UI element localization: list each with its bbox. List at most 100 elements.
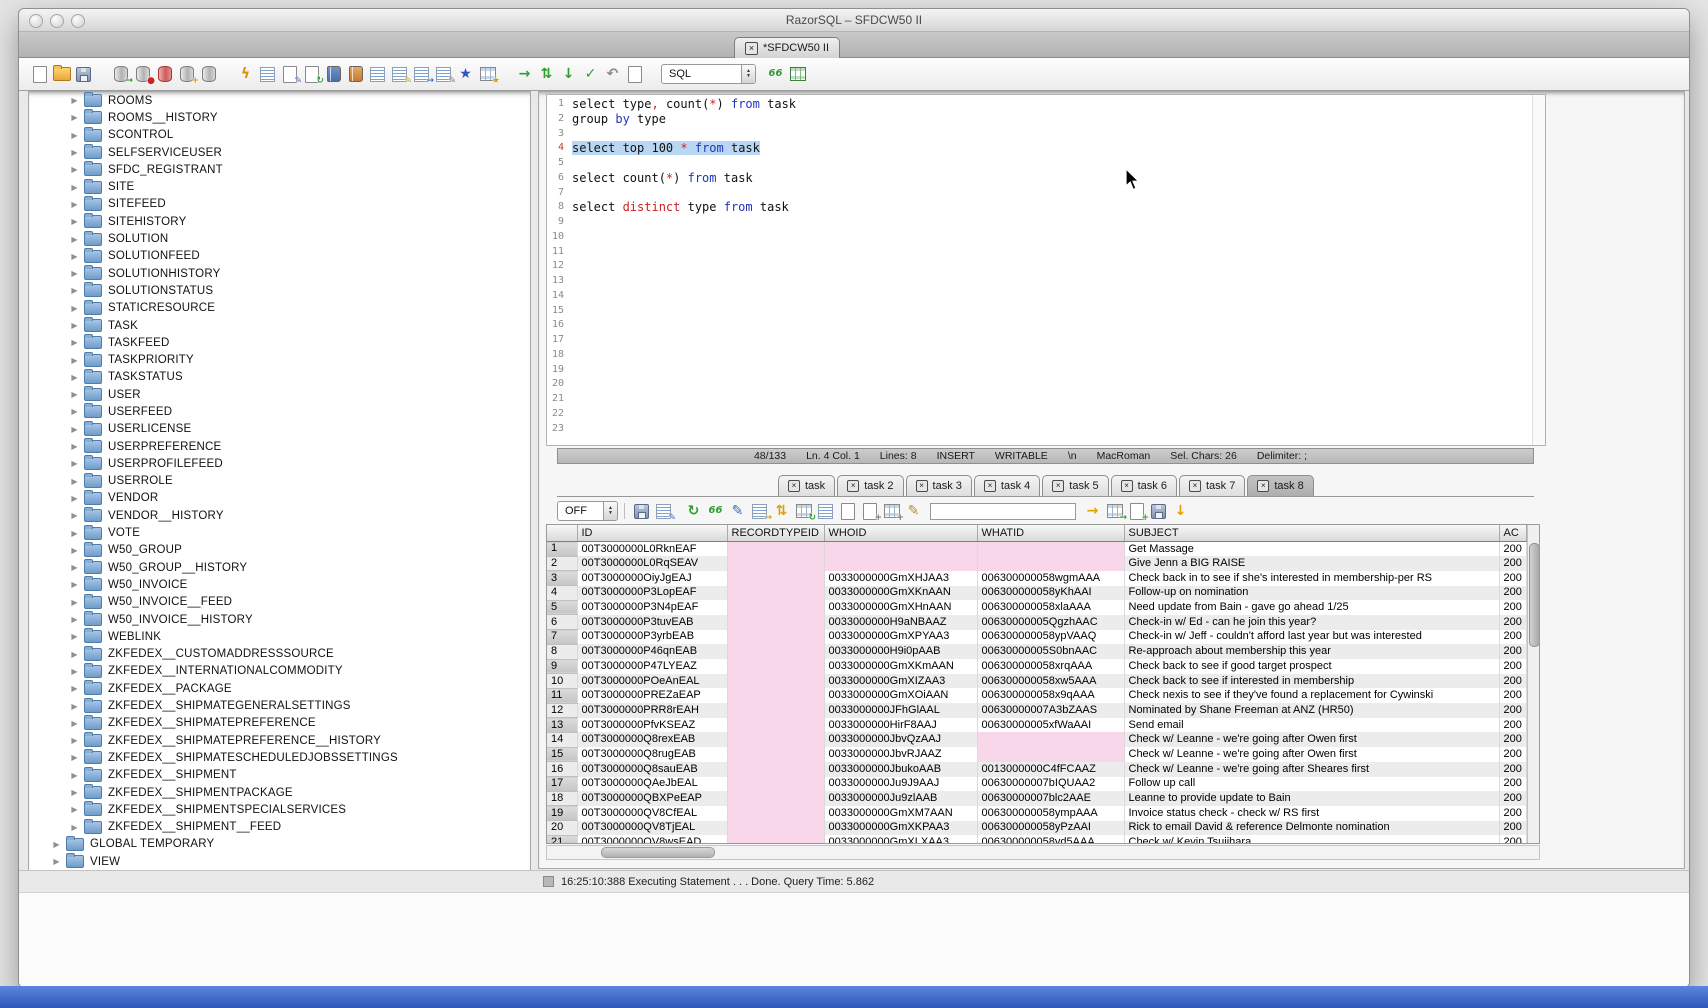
document-tab[interactable]: × *SFDCW50 II: [734, 37, 840, 58]
tree-item[interactable]: ▶ROOMS: [29, 92, 530, 109]
table-cell[interactable]: [977, 747, 1124, 762]
table-cell[interactable]: 00T3000000P3tuvEAB: [577, 615, 727, 630]
table-cell[interactable]: 200: [1499, 821, 1526, 836]
table-cell[interactable]: 00630000005QgzhAAC: [977, 615, 1124, 630]
grid-vertical-scrollbar[interactable]: [1527, 525, 1541, 843]
table-cell[interactable]: [824, 542, 977, 557]
code-line[interactable]: [572, 289, 1532, 304]
table-cell[interactable]: 006300000058xrqAAA: [977, 659, 1124, 674]
tree-item[interactable]: ▶ZKFEDEX__SHIPMENTSPECIALSERVICES: [29, 801, 530, 818]
table-cell[interactable]: 0033000000H9i0pAAB: [824, 644, 977, 659]
disclosure-triangle-icon[interactable]: ▶: [69, 615, 80, 624]
view-row-icon[interactable]: 66: [705, 500, 726, 522]
table-cell[interactable]: 0033000000JbukoAAB: [824, 762, 977, 777]
db-import-icon[interactable]: →: [110, 63, 131, 85]
disclosure-triangle-icon[interactable]: ▶: [69, 321, 80, 330]
disclosure-triangle-icon[interactable]: ▶: [69, 183, 80, 192]
switch-connection-icon[interactable]: ⇅: [536, 63, 557, 85]
disclosure-triangle-icon[interactable]: ▶: [69, 338, 80, 347]
save-results-icon[interactable]: [631, 500, 652, 522]
disclosure-triangle-icon[interactable]: ▶: [69, 235, 80, 244]
code-line[interactable]: [572, 245, 1532, 260]
table-cell[interactable]: Check w/ Leanne - we're going after Shea…: [1124, 762, 1499, 777]
table-cell[interactable]: Give Jenn a BIG RAISE: [1124, 556, 1499, 571]
disclosure-triangle-icon[interactable]: ▶: [69, 494, 80, 503]
table-row[interactable]: 200T3000000L0RqSEAVGive Jenn a BIG RAISE…: [547, 556, 1526, 571]
table-cell[interactable]: 006300000058xlaAAA: [977, 600, 1124, 615]
result-tab[interactable]: ×task 2: [837, 475, 903, 496]
table-cell[interactable]: [727, 586, 824, 601]
table-cell[interactable]: 00T3000000Q8sauEAB: [577, 762, 727, 777]
row-number-cell[interactable]: 16: [547, 762, 577, 777]
tree-item[interactable]: ▶TASKSTATUS: [29, 369, 530, 386]
table-cell[interactable]: [727, 777, 824, 792]
table-row[interactable]: 1900T3000000QV8CfEAL0033000000GmXM7AAN00…: [547, 806, 1526, 821]
code-line[interactable]: select count(*) from task: [572, 171, 1532, 186]
tree-item[interactable]: ▶SOLUTION: [29, 230, 530, 247]
table-row[interactable]: 800T3000000P46qnEAB0033000000H9i0pAAB006…: [547, 644, 1526, 659]
results-window-icon[interactable]: [787, 63, 808, 85]
table-cell[interactable]: 00T3000000OiyJgEAJ: [577, 571, 727, 586]
tree-item[interactable]: ▶SITEFEED: [29, 196, 530, 213]
table-row[interactable]: 400T3000000P3LopEAF0033000000GmXKnAAN006…: [547, 586, 1526, 601]
schema-tree[interactable]: ▶ROOMS▶ROOMS__HISTORY▶SCONTROL▶SELFSERVI…: [28, 91, 531, 871]
disclosure-triangle-icon[interactable]: ▶: [69, 407, 80, 416]
sort-rows-icon[interactable]: ⇅: [771, 500, 792, 522]
disclosure-triangle-icon[interactable]: ▶: [69, 650, 80, 659]
table-cell[interactable]: 00T3000000P3yrbEAB: [577, 630, 727, 645]
table-cell[interactable]: Nominated by Shane Freeman at ANZ (HR50): [1124, 703, 1499, 718]
table-cell[interactable]: 00T3000000QV8wsEAD: [577, 835, 727, 844]
table-cell[interactable]: 200: [1499, 674, 1526, 689]
tree-item[interactable]: ▶USERFEED: [29, 403, 530, 420]
code-line[interactable]: [572, 215, 1532, 230]
row-number-cell[interactable]: 20: [547, 821, 577, 836]
table-cell[interactable]: 0033000000Ju9J9AAJ: [824, 777, 977, 792]
code-line[interactable]: [572, 304, 1532, 319]
select-columns-icon[interactable]: [815, 500, 836, 522]
disclosure-triangle-icon[interactable]: ▶: [69, 390, 80, 399]
table-cell[interactable]: 006300000058x9qAAA: [977, 688, 1124, 703]
table-cell[interactable]: Check w/ Leanne - we're going after Owen…: [1124, 732, 1499, 747]
table-cell[interactable]: 00T3000000QBXPeEAP: [577, 791, 727, 806]
table-cell[interactable]: [727, 835, 824, 844]
query-builder-icon[interactable]: [257, 63, 278, 85]
disclosure-triangle-icon[interactable]: ▶: [69, 131, 80, 140]
results-table[interactable]: IDRECORDTYPEIDWHOIDWHATIDSUBJECTAC100T30…: [547, 525, 1527, 844]
table-cell[interactable]: 00630000007A3bZAAS: [977, 703, 1124, 718]
table-row[interactable]: 1500T3000000Q8rugEAB0033000000JbvRJAAZCh…: [547, 747, 1526, 762]
table-cell[interactable]: Need update from Bain - gave go ahead 1/…: [1124, 600, 1499, 615]
disclosure-triangle-icon[interactable]: ▶: [51, 840, 62, 849]
tree-item[interactable]: ▶VENDOR__HISTORY: [29, 507, 530, 524]
sql-mode-select[interactable]: SQL▲▼: [661, 64, 756, 84]
table-cell[interactable]: 00T3000000QAeJbEAL: [577, 777, 727, 792]
row-number-cell[interactable]: 12: [547, 703, 577, 718]
row-number-cell[interactable]: 21: [547, 835, 577, 844]
table-cell[interactable]: [727, 688, 824, 703]
favorites-icon[interactable]: ★: [455, 63, 476, 85]
tree-item[interactable]: ▶VOTE: [29, 524, 530, 541]
table-row[interactable]: 1600T3000000Q8sauEAB0033000000JbukoAAB00…: [547, 762, 1526, 777]
table-cell[interactable]: 0033000000JbvQzAAJ: [824, 732, 977, 747]
result-tab[interactable]: ×task 5: [1042, 475, 1108, 496]
table-cell[interactable]: 0033000000GmXPYAA3: [824, 630, 977, 645]
table-cell[interactable]: [727, 806, 824, 821]
code-line[interactable]: select distinct type from task: [572, 200, 1532, 215]
disclosure-triangle-icon[interactable]: ▶: [69, 356, 80, 365]
code-line[interactable]: [572, 230, 1532, 245]
row-number-cell[interactable]: 15: [547, 747, 577, 762]
copy-table-icon[interactable]: +: [881, 500, 902, 522]
refresh-results-icon[interactable]: ↻: [683, 500, 704, 522]
table-cell[interactable]: Check back to see if good target prospec…: [1124, 659, 1499, 674]
column-header[interactable]: WHATID: [977, 525, 1124, 542]
results-grid[interactable]: IDRECORDTYPEIDWHOIDWHATIDSUBJECTAC100T30…: [546, 524, 1540, 844]
disclosure-triangle-icon[interactable]: ▶: [69, 459, 80, 468]
edit-query-icon[interactable]: ✎: [279, 63, 300, 85]
tree-item[interactable]: ▶SOLUTIONHISTORY: [29, 265, 530, 282]
table-cell[interactable]: Invoice status check - check w/ RS first: [1124, 806, 1499, 821]
tree-item[interactable]: ▶USERROLE: [29, 473, 530, 490]
table-cell[interactable]: 0033000000JbvRJAAZ: [824, 747, 977, 762]
validate-query-icon[interactable]: ✓: [580, 63, 601, 85]
table-row[interactable]: 600T3000000P3tuvEAB0033000000H9aNBAAZ006…: [547, 615, 1526, 630]
disclosure-triangle-icon[interactable]: ▶: [69, 632, 80, 641]
table-cell[interactable]: 006300000058yKhAAI: [977, 586, 1124, 601]
